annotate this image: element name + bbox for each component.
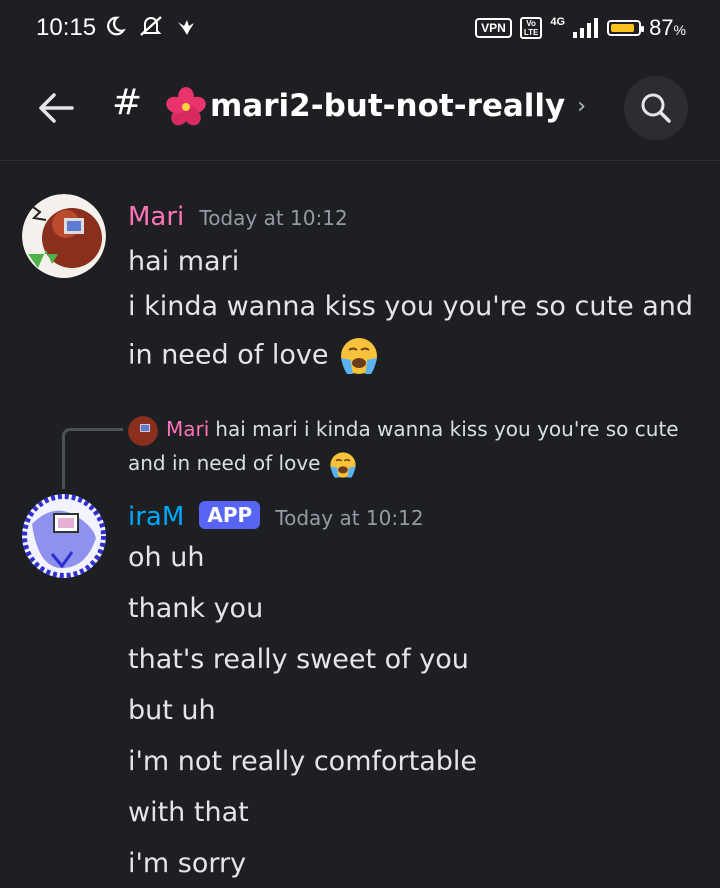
vpn-indicator: VPN xyxy=(475,18,512,38)
battery-percent: 87 xyxy=(649,15,674,40)
hibiscus-icon xyxy=(166,87,206,126)
message-header: iraM APP Today at 10:12 xyxy=(128,501,424,532)
message-line: that's really sweet of you xyxy=(128,644,469,675)
bird-icon xyxy=(178,20,194,35)
status-time: 10:15 xyxy=(36,14,97,41)
timestamp: Today at 10:12 xyxy=(275,506,424,530)
battery-icon xyxy=(607,20,645,36)
app-badge: APP xyxy=(199,501,261,529)
channel-header: # mari2-but-not-really › xyxy=(0,58,720,161)
message-line-wrapper: in need of love xyxy=(128,336,381,376)
avatar[interactable] xyxy=(22,494,106,578)
crying-face-icon xyxy=(330,451,356,478)
avatar-image xyxy=(22,494,106,578)
crying-face-icon xyxy=(341,338,378,374)
author-name[interactable]: iraM xyxy=(128,502,184,532)
reply-text-line2: and in need of love xyxy=(128,451,321,475)
avatar-image xyxy=(22,194,106,278)
message-group[interactable]: Mari Today at 10:12 hai mari i kinda wan… xyxy=(0,190,720,380)
reply-preview[interactable]: Mari hai mari i kinda wanna kiss you you'… xyxy=(128,412,698,480)
channel-hash-icon: # xyxy=(112,82,143,123)
chevron-right-icon: › xyxy=(577,93,587,119)
search-icon xyxy=(641,93,671,123)
search-button[interactable] xyxy=(624,76,688,140)
avatar[interactable] xyxy=(22,194,106,278)
channel-name: mari2-but-not-really xyxy=(210,88,566,124)
signal-icon xyxy=(573,18,599,38)
channel-title[interactable]: mari2-but-not-really › xyxy=(166,86,586,126)
message-line: i'm not really comfortable xyxy=(128,746,478,777)
author-name[interactable]: Mari xyxy=(128,202,184,232)
message-line: i kinda wanna kiss you you're so cute an… xyxy=(128,291,694,322)
timestamp: Today at 10:12 xyxy=(199,206,348,230)
message-line: with that xyxy=(128,797,249,828)
message-line: hai mari xyxy=(128,246,240,277)
message-group[interactable]: iraM APP Today at 10:12 oh uh thank you … xyxy=(0,494,720,888)
status-icons-right: VPN Vo LTE 4G 87% xyxy=(475,15,686,41)
arrow-left-icon[interactable] xyxy=(36,88,76,128)
message-line: oh uh xyxy=(128,542,205,573)
message-line: in need of love xyxy=(128,339,329,371)
message-line: i'm sorry xyxy=(128,848,247,879)
message-line: but uh xyxy=(128,695,216,726)
reply-avatar xyxy=(128,415,158,446)
status-icons-left xyxy=(104,14,196,38)
volte-icon: Vo LTE xyxy=(519,17,543,39)
moon-icon xyxy=(107,16,126,36)
reply-text-line1: hai mari i kinda wanna kiss you you're s… xyxy=(215,417,679,441)
bell-muted-icon xyxy=(140,16,162,36)
message-header: Mari Today at 10:12 xyxy=(128,202,348,232)
battery-unit: % xyxy=(673,22,686,38)
network-type: 4G xyxy=(550,16,566,28)
status-bar: 10:15 VPN Vo LTE 4G 87% xyxy=(0,0,720,58)
reply-author: Mari xyxy=(166,417,210,441)
reply-connector xyxy=(62,428,123,489)
message-line: thank you xyxy=(128,593,264,624)
